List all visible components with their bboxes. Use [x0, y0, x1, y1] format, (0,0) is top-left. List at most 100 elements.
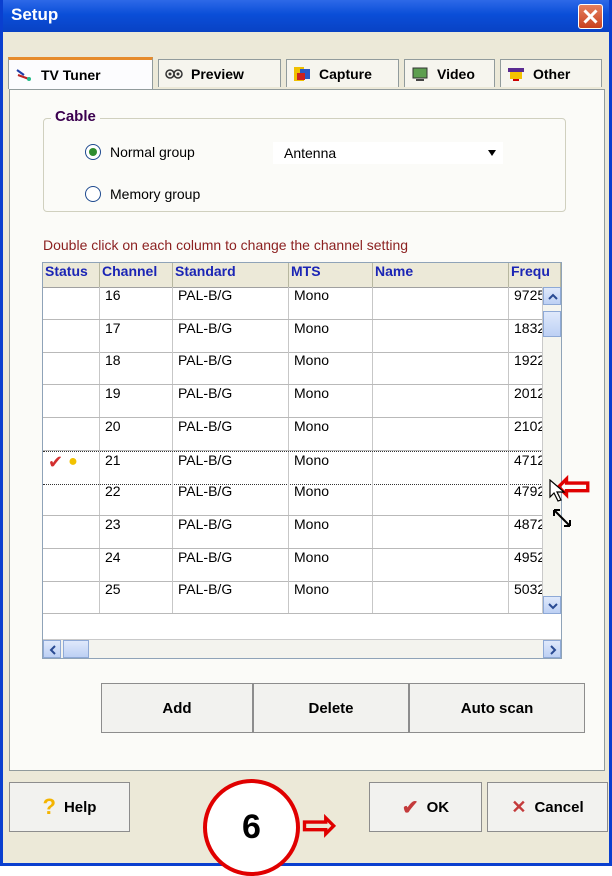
ok-button[interactable]: ✔ OK — [369, 782, 482, 832]
status-cell[interactable] — [43, 483, 100, 516]
title-bar[interactable]: Setup — [3, 0, 609, 32]
memory-group-label: Memory group — [110, 186, 201, 202]
channel-cell[interactable]: 22 — [100, 483, 173, 516]
status-cell[interactable] — [43, 352, 100, 385]
chevron-up-icon — [548, 293, 558, 300]
vertical-scrollbar[interactable] — [542, 287, 561, 614]
table-row[interactable]: 17 PAL-B/G Mono 18325 — [43, 319, 561, 353]
channel-cell[interactable]: 25 — [100, 581, 173, 614]
name-cell[interactable] — [373, 581, 509, 614]
horizontal-scrollbar[interactable] — [43, 639, 561, 658]
standard-cell[interactable]: PAL-B/G — [173, 319, 289, 352]
name-cell[interactable] — [373, 319, 509, 352]
scroll-up-button[interactable] — [543, 287, 561, 305]
standard-cell[interactable]: PAL-B/G — [173, 385, 289, 418]
table-row[interactable]: ✔ ● 21 PAL-B/G Mono 4712 — [43, 450, 561, 485]
close-button[interactable] — [578, 4, 603, 29]
memory-group-option[interactable]: Memory group — [85, 186, 200, 202]
channel-table[interactable]: Status Channel Standard MTS Name Frequ 1… — [42, 262, 562, 659]
channel-cell[interactable]: 19 — [100, 385, 173, 418]
scroll-left-button[interactable] — [43, 640, 61, 658]
channel-cell[interactable]: 16 — [100, 287, 173, 319]
column-standard[interactable]: Standard — [173, 263, 289, 287]
tab-tv-tuner[interactable]: TV Tuner — [8, 57, 153, 89]
mts-cell[interactable]: Mono — [289, 385, 373, 418]
mts-cell[interactable]: Mono — [289, 581, 373, 614]
tab-other[interactable]: Other — [500, 59, 602, 87]
mts-cell[interactable]: Mono — [289, 451, 373, 484]
standard-cell[interactable]: PAL-B/G — [173, 515, 289, 548]
standard-cell[interactable]: PAL-B/G — [173, 451, 289, 484]
mts-cell[interactable]: Mono — [289, 483, 373, 516]
standard-cell[interactable]: PAL-B/G — [173, 483, 289, 516]
table-row[interactable]: 20 PAL-B/G Mono 21025 — [43, 417, 561, 451]
name-cell[interactable] — [373, 515, 509, 548]
tab-capture[interactable]: Capture — [286, 59, 399, 87]
table-header: Status Channel Standard MTS Name Frequ — [43, 263, 561, 288]
scroll-right-button[interactable] — [543, 640, 561, 658]
table-row[interactable]: 25 PAL-B/G Mono 50325 — [43, 581, 561, 615]
channel-cell[interactable]: 20 — [100, 417, 173, 450]
mts-cell[interactable]: Mono — [289, 515, 373, 548]
tab-video[interactable]: Video — [404, 59, 495, 87]
auto-scan-button[interactable]: Auto scan — [409, 683, 585, 733]
channel-cell[interactable]: 17 — [100, 319, 173, 352]
column-frequency[interactable]: Frequ — [509, 263, 561, 287]
name-cell[interactable] — [373, 548, 509, 581]
name-cell[interactable] — [373, 483, 509, 516]
group-select-value: Antenna — [284, 145, 337, 161]
channel-cell[interactable]: 18 — [100, 352, 173, 385]
table-row[interactable]: 22 PAL-B/G Mono 4792 — [43, 483, 561, 517]
mts-cell[interactable]: Mono — [289, 417, 373, 450]
channel-cell[interactable]: 21 — [100, 451, 173, 484]
normal-group-radio[interactable] — [85, 144, 101, 160]
name-cell[interactable] — [373, 352, 509, 385]
standard-cell[interactable]: PAL-B/G — [173, 581, 289, 614]
standard-cell[interactable]: PAL-B/G — [173, 548, 289, 581]
mts-cell[interactable]: Mono — [289, 287, 373, 319]
channel-cell[interactable]: 24 — [100, 548, 173, 581]
table-row[interactable]: 24 PAL-B/G Mono 49525 — [43, 548, 561, 582]
name-cell[interactable] — [373, 287, 509, 319]
status-cell[interactable]: ✔ ● — [43, 451, 100, 484]
status-cell[interactable] — [43, 515, 100, 548]
cancel-button[interactable]: ✕ Cancel — [487, 782, 608, 832]
status-cell[interactable] — [43, 417, 100, 450]
table-row[interactable]: 16 PAL-B/G Mono 97250 — [43, 287, 561, 320]
mts-cell[interactable]: Mono — [289, 319, 373, 352]
column-name[interactable]: Name — [373, 263, 509, 287]
name-cell[interactable] — [373, 451, 509, 484]
mts-cell[interactable]: Mono — [289, 548, 373, 581]
mts-cell[interactable]: Mono — [289, 352, 373, 385]
tab-other-label: Other — [533, 65, 571, 82]
column-status[interactable]: Status — [43, 263, 100, 287]
status-cell[interactable] — [43, 287, 100, 319]
normal-group-label: Normal group — [110, 144, 195, 160]
normal-group-option[interactable]: Normal group — [85, 144, 195, 160]
name-cell[interactable] — [373, 417, 509, 450]
table-row[interactable]: 23 PAL-B/G Mono 48725 — [43, 515, 561, 549]
delete-button[interactable]: Delete — [253, 683, 409, 733]
table-row[interactable]: 18 PAL-B/G Mono 19225 — [43, 352, 561, 386]
status-cell[interactable] — [43, 548, 100, 581]
scroll-down-button[interactable] — [543, 596, 561, 614]
name-cell[interactable] — [373, 385, 509, 418]
status-cell[interactable] — [43, 385, 100, 418]
column-mts[interactable]: MTS — [289, 263, 373, 287]
standard-cell[interactable]: PAL-B/G — [173, 287, 289, 319]
status-cell[interactable] — [43, 581, 100, 614]
scroll-thumb[interactable] — [543, 311, 561, 337]
group-select[interactable]: Antenna — [273, 142, 503, 164]
table-row[interactable]: 19 PAL-B/G Mono 20125 — [43, 385, 561, 419]
status-cell[interactable] — [43, 319, 100, 352]
pointer-arrow-icon: ⇨ — [302, 801, 338, 848]
help-button[interactable]: ? Help — [9, 782, 130, 832]
horizontal-scroll-thumb[interactable] — [63, 640, 89, 658]
tab-preview[interactable]: Preview — [158, 59, 281, 87]
column-channel[interactable]: Channel — [100, 263, 173, 287]
channel-cell[interactable]: 23 — [100, 515, 173, 548]
standard-cell[interactable]: PAL-B/G — [173, 352, 289, 385]
add-button[interactable]: Add — [101, 683, 253, 733]
memory-group-radio[interactable] — [85, 186, 101, 202]
standard-cell[interactable]: PAL-B/G — [173, 417, 289, 450]
